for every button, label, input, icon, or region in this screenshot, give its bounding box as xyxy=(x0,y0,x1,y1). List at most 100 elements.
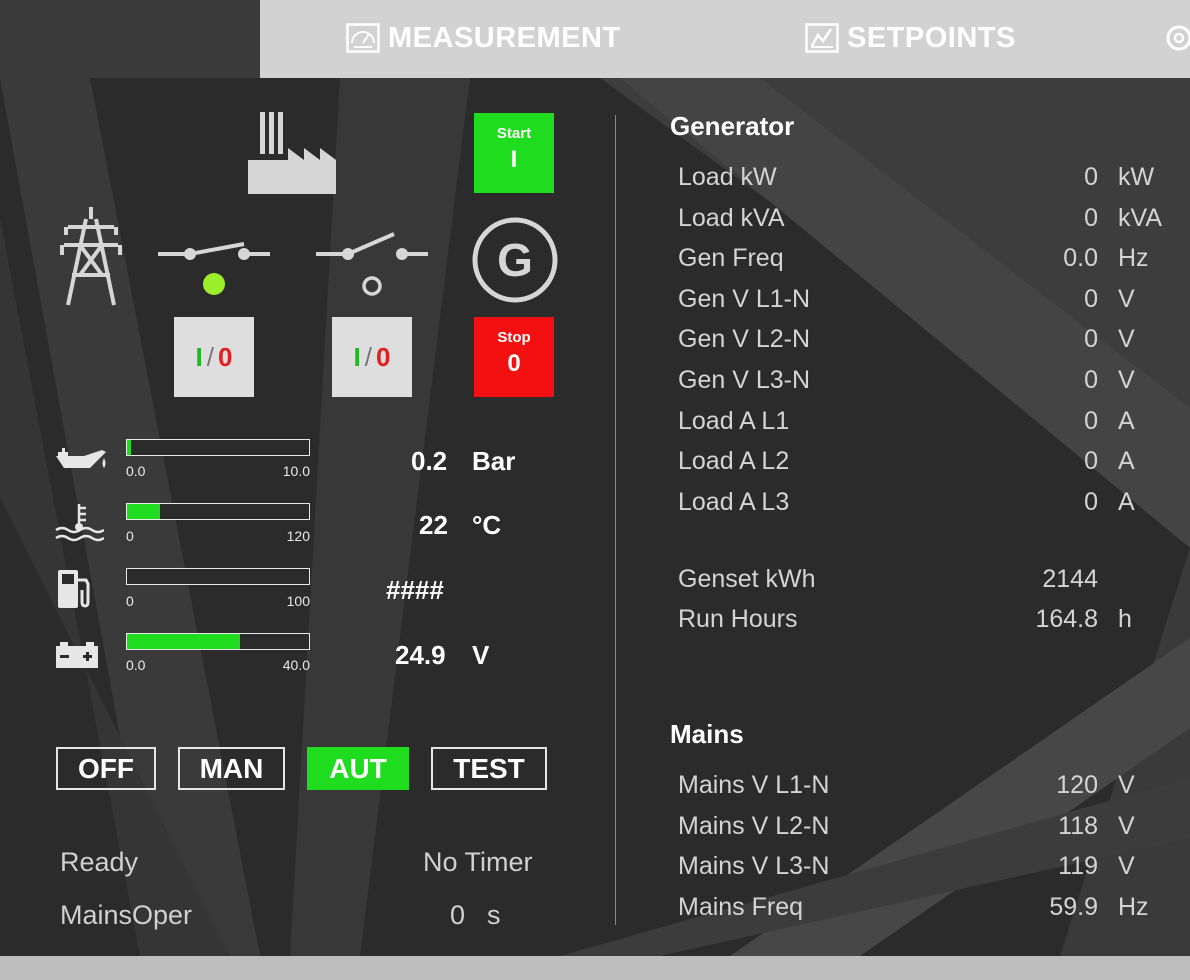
setpoints-icon xyxy=(805,23,839,53)
coolant-temp-icon xyxy=(55,504,104,542)
battery-voltage-max: 40.0 xyxy=(282,657,310,673)
gen-breaker-sep: / xyxy=(364,341,372,372)
row-unit: V xyxy=(1118,771,1135,799)
coolant-temp-min: 0 xyxy=(126,528,134,544)
row-value: 0 xyxy=(1084,406,1098,435)
mode-man-label: MAN xyxy=(199,752,264,784)
row-unit: V xyxy=(1118,852,1135,881)
oil-pressure-bar xyxy=(126,439,310,456)
mains-breaker-button[interactable]: I / 0 xyxy=(174,317,254,397)
row-label: Gen V L2-N xyxy=(678,325,811,354)
battery-icon xyxy=(56,642,98,668)
coolant-temp-max: 120 xyxy=(286,528,310,544)
row-label: Mains V L3-N xyxy=(678,852,830,881)
breaker-state: MainsOper xyxy=(60,900,193,930)
row-label: Gen V L3-N xyxy=(678,366,811,394)
gen-breaker-button[interactable]: I / 0 xyxy=(332,317,412,397)
mode-off-button[interactable]: OFF xyxy=(56,747,156,790)
row-label: Load kW xyxy=(678,163,777,191)
battery-voltage-min: 0.0 xyxy=(126,657,146,673)
mode-test-button[interactable]: TEST xyxy=(431,747,547,790)
oil-pressure-max: 10.0 xyxy=(282,463,310,479)
row-value: 118 xyxy=(1058,811,1098,840)
row-label: Mains Freq xyxy=(678,892,804,921)
gen-breaker-symbol xyxy=(316,232,428,296)
row-value: 120 xyxy=(1056,771,1098,799)
generator-section-title: Generator xyxy=(670,111,795,141)
bottom-strip xyxy=(0,956,1190,980)
row-label: Load A L2 xyxy=(678,447,790,476)
mains-breaker-sep: / xyxy=(206,341,214,372)
transmission-tower-icon xyxy=(60,207,122,306)
timer-text: No Timer xyxy=(423,847,533,877)
oil-can-icon xyxy=(56,448,106,468)
row-value: 0 xyxy=(1084,203,1098,232)
fuel-pump-icon xyxy=(58,570,90,608)
mode-aut-button[interactable]: AUT xyxy=(307,747,409,790)
fuel-level-value: #### xyxy=(386,575,444,605)
tab-next-partial[interactable] xyxy=(1164,18,1190,58)
tab-measurement-label: MEASUREMENT xyxy=(388,21,621,54)
oil-pressure-bar-fill xyxy=(127,440,131,455)
row-value: 0 xyxy=(1084,447,1098,476)
mains-breaker-i: I xyxy=(195,341,203,372)
coolant-temp-bar xyxy=(126,503,310,520)
row-label: Gen V L1-N xyxy=(678,284,811,313)
start-button-symbol: I xyxy=(510,146,518,173)
row-unit: V xyxy=(1118,366,1135,394)
tab-measurement[interactable]: MEASUREMENT xyxy=(346,18,621,58)
start-button[interactable]: Start I xyxy=(474,113,554,193)
row-unit: V xyxy=(1118,811,1135,840)
fuel-level-max: 100 xyxy=(286,593,310,609)
stop-button-symbol: 0 xyxy=(507,350,521,377)
battery-voltage-value: 24.9 xyxy=(395,640,446,670)
row-unit: A xyxy=(1118,447,1135,476)
timer-value: 0 xyxy=(450,900,466,930)
row-value: 0.0 xyxy=(1063,244,1098,273)
battery-voltage-bar-fill xyxy=(127,634,240,649)
stop-button[interactable]: Stop 0 xyxy=(474,317,554,397)
row-value: 2144 xyxy=(1042,565,1098,593)
coolant-temp-unit: °C xyxy=(472,510,502,540)
mode-off-label: OFF xyxy=(78,752,134,784)
mode-aut-label: AUT xyxy=(329,752,387,784)
mode-man-button[interactable]: MAN xyxy=(178,747,285,790)
oil-pressure-unit: Bar xyxy=(472,446,516,476)
fuel-level-min: 0 xyxy=(126,593,134,609)
coolant-temp-bar-fill xyxy=(127,504,160,519)
row-label: Gen Freq xyxy=(678,244,784,273)
tab-setpoints[interactable]: SETPOINTS xyxy=(805,18,1016,58)
row-label: Load A L1 xyxy=(678,406,790,435)
gauge-icon xyxy=(346,23,380,53)
row-label: Mains V L2-N xyxy=(678,811,830,840)
row-unit: V xyxy=(1118,325,1135,354)
row-unit: V xyxy=(1118,284,1135,313)
row-label: Load A L3 xyxy=(678,487,790,516)
battery-voltage-unit: V xyxy=(472,640,490,670)
mode-test-label: TEST xyxy=(453,752,525,784)
row-value: 0 xyxy=(1084,487,1098,516)
factory-icon xyxy=(248,112,336,194)
row-value: 0 xyxy=(1084,325,1098,354)
row-value: 0 xyxy=(1084,366,1098,394)
row-value: 164.8 xyxy=(1035,605,1098,633)
row-label: Load kVA xyxy=(678,203,785,232)
coolant-temp-value: 22 xyxy=(419,510,448,540)
row-unit: h xyxy=(1118,605,1132,633)
gen-breaker-o: 0 xyxy=(376,341,391,372)
oil-pressure-min: 0.0 xyxy=(126,463,146,479)
mains-breaker-o: 0 xyxy=(218,341,233,372)
gen-breaker-i: I xyxy=(353,341,361,372)
row-value: 119 xyxy=(1058,852,1098,881)
row-value: 0 xyxy=(1084,163,1098,191)
engine-state: Ready xyxy=(60,847,139,877)
row-label: Genset kWh xyxy=(678,565,816,593)
tab-setpoints-label: SETPOINTS xyxy=(847,21,1016,54)
panel-divider xyxy=(615,115,616,925)
row-unit: kVA xyxy=(1118,203,1162,232)
row-value: 0 xyxy=(1084,284,1098,313)
row-unit: A xyxy=(1118,406,1135,435)
generator-icon: G xyxy=(472,217,558,303)
timer-unit: s xyxy=(487,900,501,930)
battery-voltage-bar xyxy=(126,633,310,650)
